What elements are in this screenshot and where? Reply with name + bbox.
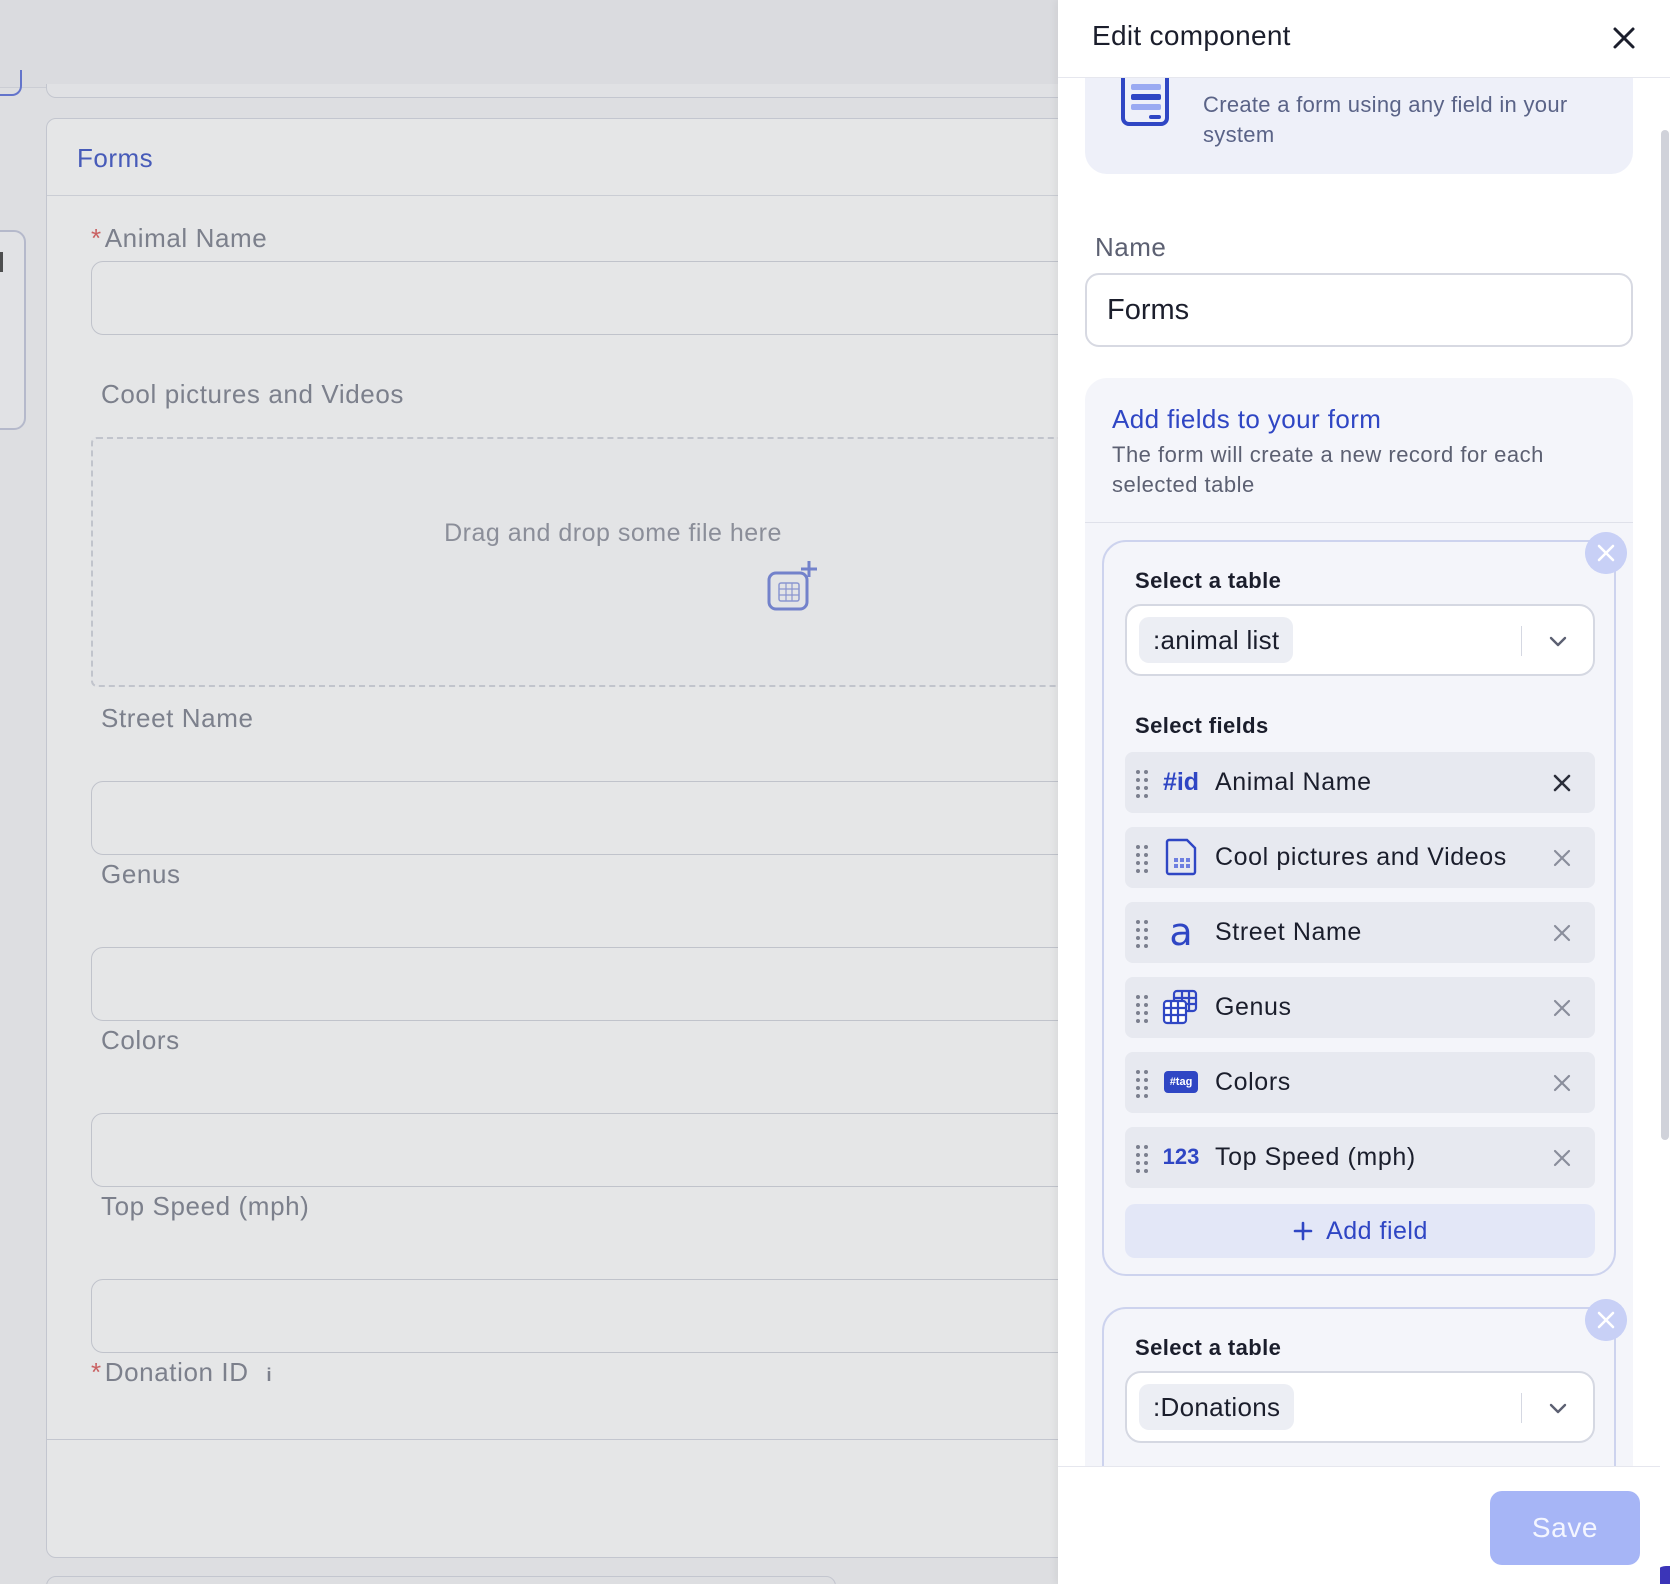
add-fields-description: The form will create a new record for ea…: [1112, 442, 1544, 497]
save-button[interactable]: Save: [1490, 1491, 1640, 1565]
field-row-genus[interactable]: Genus: [1125, 977, 1595, 1038]
number-icon: 123: [1162, 1144, 1200, 1169]
drag-handle-icon[interactable]: [1135, 843, 1149, 873]
field-name: Street Name: [1215, 918, 1362, 946]
close-icon[interactable]: [1606, 20, 1642, 56]
modal-backdrop[interactable]: [0, 0, 1060, 1584]
add-field-button[interactable]: Add field: [1125, 1204, 1595, 1258]
remove-table-icon[interactable]: [1585, 1299, 1627, 1341]
remove-table-icon[interactable]: [1585, 532, 1627, 574]
file-icon: [1159, 837, 1203, 877]
field-row-top-speed[interactable]: 123 Top Speed (mph): [1125, 1127, 1595, 1188]
field-name: Top Speed (mph): [1215, 1143, 1416, 1171]
table-select[interactable]: :Donations: [1125, 1371, 1595, 1443]
chevron-down-icon[interactable]: [1545, 1395, 1571, 1421]
select-separator: [1521, 1393, 1522, 1423]
field-row-colors[interactable]: #tag Colors: [1125, 1052, 1595, 1113]
add-field-label: Add field: [1326, 1216, 1428, 1245]
panel-title: Edit component: [1092, 20, 1291, 51]
selected-table-chip: :Donations: [1139, 1384, 1295, 1430]
add-fields-section: Add fields to your form The form will cr…: [1085, 378, 1633, 1466]
add-fields-title: Add fields to your form: [1112, 404, 1382, 434]
panel-footer: Save: [1058, 1466, 1660, 1584]
name-input[interactable]: [1085, 273, 1633, 347]
drag-handle-icon[interactable]: [1135, 918, 1149, 948]
select-fields-label: Select fields: [1135, 713, 1269, 738]
component-description: Create a form using any field in your sy…: [1203, 92, 1568, 147]
field-name: Genus: [1215, 993, 1292, 1021]
table-link-icon: [1159, 987, 1203, 1027]
drag-handle-icon[interactable]: [1135, 1068, 1149, 1098]
chevron-down-icon[interactable]: [1545, 628, 1571, 654]
field-row-cool-pictures[interactable]: Cool pictures and Videos: [1125, 827, 1595, 888]
tag-icon: #tag: [1159, 1062, 1203, 1102]
remove-field-icon[interactable]: [1549, 1070, 1575, 1096]
plus-icon: [1293, 1221, 1313, 1241]
drag-handle-icon[interactable]: [1135, 993, 1149, 1023]
field-row-street-name[interactable]: a Street Name: [1125, 902, 1595, 963]
table-select[interactable]: :animal list: [1125, 604, 1595, 676]
field-row-animal-name[interactable]: #id Animal Name: [1125, 752, 1595, 813]
select-table-label: Select a table: [1135, 568, 1282, 593]
name-label: Name: [1095, 232, 1167, 262]
remove-field-icon[interactable]: [1549, 1145, 1575, 1171]
id-icon: #id: [1162, 767, 1200, 796]
panel-header: Edit component: [1058, 0, 1670, 78]
panel-scroll-area[interactable]: Create a form using any field in your sy…: [1058, 78, 1670, 1466]
drag-handle-icon[interactable]: [1135, 768, 1149, 798]
scrollbar-thumb[interactable]: [1661, 130, 1669, 1140]
table-card-animal-list: Select a table :animal list Select field…: [1102, 532, 1627, 1276]
remove-field-icon[interactable]: [1549, 770, 1575, 796]
add-fields-header: Add fields to your form The form will cr…: [1085, 378, 1633, 523]
text-icon: a: [1169, 910, 1193, 954]
form-icon: [1121, 78, 1169, 126]
remove-field-icon[interactable]: [1549, 845, 1575, 871]
table-card-donations: Select a table :Donations: [1102, 1299, 1627, 1466]
selected-table-chip: :animal list: [1139, 617, 1294, 663]
field-name: Animal Name: [1215, 768, 1372, 796]
component-info-box: Create a form using any field in your sy…: [1085, 78, 1633, 174]
select-table-label: Select a table: [1135, 1335, 1282, 1360]
field-name: Cool pictures and Videos: [1215, 843, 1507, 871]
remove-field-icon[interactable]: [1549, 920, 1575, 946]
drag-handle-icon[interactable]: [1135, 1143, 1149, 1173]
select-separator: [1521, 626, 1522, 656]
field-name: Colors: [1215, 1068, 1291, 1096]
remove-field-icon[interactable]: [1549, 995, 1575, 1021]
edit-component-panel: Edit component Create a form using any f…: [1058, 0, 1670, 1584]
